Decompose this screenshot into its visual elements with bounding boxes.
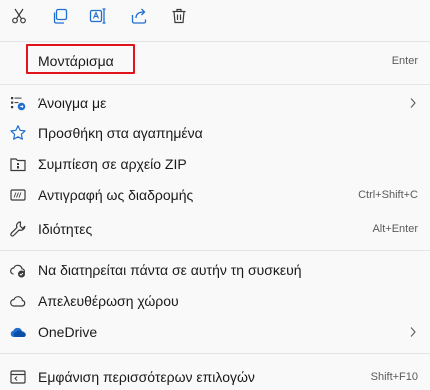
- menu-item-copy-path[interactable]: Αντιγραφή ως διαδρομής Ctrl+Shift+C: [0, 180, 430, 210]
- copy-path-icon: [9, 186, 27, 204]
- menu-item-label: Αντιγραφή ως διαδρομής: [38, 187, 194, 203]
- menu-item-properties[interactable]: Ιδιότητες Alt+Enter: [0, 214, 430, 244]
- menu-item-more-options[interactable]: Εμφάνιση περισσότερων επιλογών Shift+F10: [0, 362, 430, 390]
- cut-button[interactable]: [4, 5, 34, 31]
- separator: [0, 353, 430, 354]
- menu-item-label: Ιδιότητες: [38, 221, 93, 237]
- rename-button[interactable]: [83, 5, 113, 31]
- menu-item-label: Απελευθέρωση χώρου: [38, 293, 179, 309]
- delete-button[interactable]: [164, 5, 194, 31]
- delete-icon: [170, 7, 188, 30]
- menu-item-label: Εμφάνιση περισσότερων επιλογών: [38, 369, 255, 385]
- cloud-sync-icon: [9, 261, 27, 279]
- menu-item-compress-zip[interactable]: Συμπίεση σε αρχείο ZIP: [0, 149, 430, 179]
- zip-icon: [9, 155, 27, 173]
- menu-item-label: Συμπίεση σε αρχείο ZIP: [38, 156, 187, 172]
- menu-item-label: OneDrive: [38, 324, 98, 340]
- menu-item-shortcut: Alt+Enter: [372, 223, 418, 235]
- open-with-icon: [9, 94, 27, 112]
- copy-icon: [51, 7, 69, 30]
- cut-icon: [10, 7, 28, 30]
- separator: [0, 41, 430, 42]
- menu-item-label: Άνοιγμα με: [38, 95, 107, 111]
- more-options-icon: [9, 368, 27, 386]
- chevron-right-icon: [410, 327, 416, 337]
- separator: [0, 250, 430, 251]
- cloud-icon: [9, 292, 27, 310]
- chevron-right-icon: [410, 98, 416, 108]
- onedrive-icon: [9, 323, 27, 341]
- menu-item-open-with[interactable]: Άνοιγμα με: [0, 88, 430, 118]
- highlight-box: [26, 44, 135, 74]
- menu-item-label: Προσθήκη στα αγαπημένα: [38, 125, 203, 141]
- menu-item-shortcut: Ctrl+Shift+C: [358, 189, 418, 201]
- menu-item-keep-on-device[interactable]: Να διατηρείται πάντα σε αυτήν τη συσκευή: [0, 255, 430, 285]
- menu-item-shortcut: Enter: [391, 55, 418, 67]
- separator: [0, 84, 430, 85]
- context-menu: Μοντάρισμα Enter Άνοιγμα με Προσθήκη στα…: [0, 0, 430, 390]
- star-icon: [9, 124, 27, 142]
- copy-button[interactable]: [45, 5, 75, 31]
- menu-item-add-favorites[interactable]: Προσθήκη στα αγαπημένα: [0, 118, 430, 148]
- share-icon: [130, 7, 148, 30]
- rename-icon: [89, 7, 107, 30]
- context-menu-toolbar: [0, 0, 430, 40]
- menu-item-free-space[interactable]: Απελευθέρωση χώρου: [0, 286, 430, 316]
- share-button[interactable]: [124, 5, 154, 31]
- menu-item-onedrive[interactable]: OneDrive: [0, 317, 430, 347]
- menu-item-label: Να διατηρείται πάντα σε αυτήν τη συσκευή: [38, 262, 302, 278]
- menu-item-shortcut: Shift+F10: [370, 371, 418, 383]
- wrench-icon: [9, 220, 27, 238]
